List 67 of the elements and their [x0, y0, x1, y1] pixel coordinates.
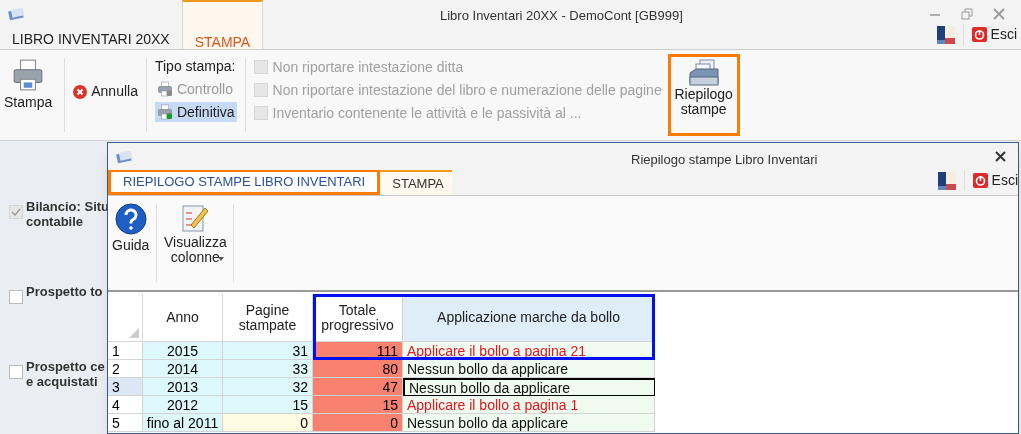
window-title: Libro Inventari 20XX - DemoCont [GB999] [440, 7, 683, 25]
cancel-button[interactable]: Annulla [73, 81, 138, 102]
row-number[interactable]: 3 [108, 378, 143, 396]
edit-list-icon [181, 203, 210, 233]
column-header[interactable]: Anno [143, 294, 223, 342]
row-number[interactable]: 2 [108, 360, 143, 378]
close-icon[interactable] [995, 151, 1006, 162]
restore-icon[interactable] [961, 8, 973, 20]
power-icon [972, 173, 988, 188]
print-type-label: Tipo stampa: [154, 57, 237, 76]
table-cell: 2013 [143, 378, 223, 396]
power-icon [971, 27, 987, 42]
columns-button[interactable]: Visualizza colonne [160, 200, 231, 286]
table-cell: Applicare il bollo a pagina 1 [403, 396, 655, 414]
row-number[interactable]: 4 [108, 396, 143, 414]
help-button[interactable]: Guida [108, 200, 154, 286]
ribbon-tab[interactable]: LIBRO INVENTARI 20XX [0, 0, 182, 49]
printer-icon [156, 81, 173, 97]
table-cell: 15 [223, 396, 313, 414]
print-summary-button[interactable]: Riepilogo stampe [667, 54, 740, 136]
caret-icon [218, 257, 225, 261]
dialog-tab[interactable]: RIEPILOGO STAMPE LIBRO INVENTARI [108, 169, 381, 195]
row-number[interactable]: 5 [108, 414, 143, 432]
section-label: e acquistati [26, 374, 99, 389]
section-label: Prospetto ce [26, 359, 105, 374]
table-cell: 2014 [143, 360, 223, 378]
cancel-icon [73, 84, 88, 99]
app-icon [8, 7, 26, 21]
table-cell: 80 [313, 360, 403, 378]
ribbon-tab[interactable]: STAMPA [181, 0, 264, 49]
exit-button[interactable]: Esci [963, 170, 1018, 191]
print-button[interactable]: Stampa [0, 54, 57, 136]
exit-button[interactable]: Esci [962, 24, 1017, 45]
table-cell: 33 [223, 360, 313, 378]
help-icon [114, 203, 147, 235]
printer-icon [156, 104, 173, 120]
app-icon [116, 149, 134, 164]
table-cell: 31 [223, 342, 313, 360]
table-cell: 2012 [143, 396, 223, 414]
section-checkbox[interactable] [9, 205, 23, 219]
row-number[interactable]: 1 [108, 342, 143, 360]
table-cell: fino al 2011 [143, 414, 223, 432]
table-cell: Nessun bollo da applicare [403, 378, 655, 396]
table-cell: 32 [223, 378, 313, 396]
section-label: Prospetto to [26, 284, 103, 299]
section-label: contabile [26, 214, 85, 229]
table-cell: 2015 [143, 342, 223, 360]
option-label: Non riportare intestazione ditta [272, 57, 464, 77]
flag-icon[interactable] [936, 25, 955, 44]
table-cell: 0 [223, 414, 313, 432]
column-header[interactable]: Pagine stampate [223, 294, 313, 342]
option-label: Non riportare intestazione del libro e numerazione delle pagine [272, 80, 662, 100]
section-checkbox[interactable] [9, 290, 23, 304]
table-cell: 0 [313, 414, 403, 432]
section-checkbox[interactable] [9, 365, 23, 379]
card-file-icon [687, 59, 720, 87]
table-cell: 47 [313, 378, 403, 396]
table-cell: 15 [313, 396, 403, 414]
select-all-corner-icon[interactable] [129, 328, 139, 338]
table-cell: Nessun bollo da applicare [403, 360, 655, 378]
print-type-option[interactable]: Definitiva [154, 102, 237, 122]
option-label: Inventario contenente le attività e le passività al ... [272, 103, 582, 123]
flag-icon[interactable] [937, 171, 956, 190]
table-cell: Nessun bollo da applicare [403, 414, 655, 432]
dialog-title: Riepilogo stampe Libro Inventari [631, 151, 818, 169]
dialog-tab[interactable]: STAMPA [380, 169, 453, 195]
column-header[interactable]: Applicazione marche da bollo [403, 294, 655, 342]
